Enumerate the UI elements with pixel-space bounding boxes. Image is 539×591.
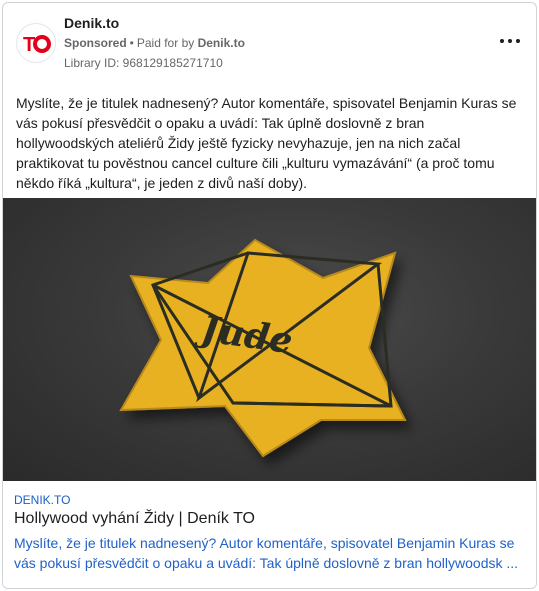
link-preview[interactable]: DENIK.TO Hollywood vyhání Židy | Deník T… xyxy=(3,481,536,588)
paid-for-prefix: Paid for by xyxy=(136,36,195,50)
more-horizontal-icon-dot xyxy=(516,39,520,43)
post-header: T Denik.to Sponsored • Paid for by Denik.t… xyxy=(3,3,536,79)
ad-card: T Denik.to Sponsored • Paid for by Denik.t… xyxy=(2,2,537,589)
link-title[interactable]: Hollywood vyhání Židy | Deník TO xyxy=(14,510,255,528)
advertiser-name[interactable]: Denik.to xyxy=(198,36,245,50)
yellow-star-badge-image: Jude xyxy=(119,238,407,458)
separator-dot: • xyxy=(129,36,134,50)
page-name[interactable]: Denik.to xyxy=(64,15,119,31)
post-body-text: Myslíte, že je titulek nadnesený? Autor … xyxy=(16,95,517,191)
library-id: Library ID: 968129185271710 xyxy=(64,56,223,70)
link-description[interactable]: Myslíte, že je titulek nadnesený? Autor … xyxy=(14,533,524,573)
sponsored-line: Sponsored • Paid for by Denik.to xyxy=(64,36,245,50)
link-domain[interactable]: DENIK.TO xyxy=(14,493,70,507)
more-horizontal-icon xyxy=(500,39,504,43)
more-horizontal-icon-dot xyxy=(508,39,512,43)
sponsored-label: Sponsored xyxy=(64,36,127,50)
denik-to-logo-icon: T xyxy=(18,25,54,61)
page-avatar[interactable]: T xyxy=(16,23,56,63)
more-options-button[interactable] xyxy=(498,33,522,49)
post-image[interactable]: Jude xyxy=(3,198,536,481)
